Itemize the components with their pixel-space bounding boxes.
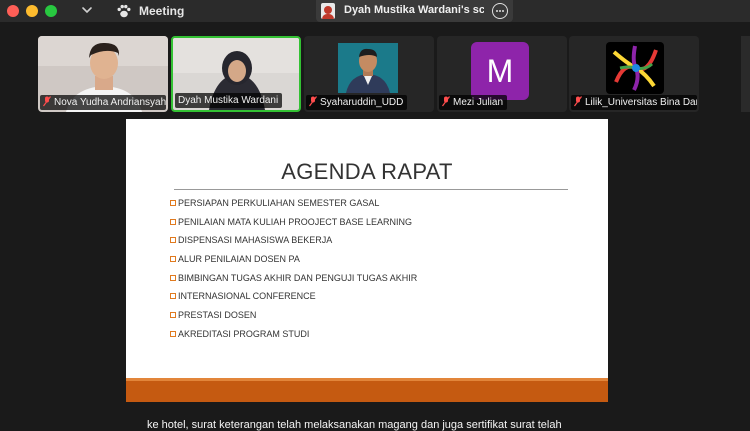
next-participants-edge[interactable]: [741, 36, 750, 112]
participant-avatar-photo: [338, 43, 398, 93]
participant-tile[interactable]: Syaharuddin_UDD: [304, 36, 434, 112]
participant-tile-active-speaker[interactable]: Dyah Mustika Wardani: [171, 36, 301, 112]
participant-name-label: Mezi Julian: [439, 95, 508, 110]
agenda-list: PERSIAPAN PERKULIAHAN SEMESTER GASAL PEN…: [170, 197, 417, 347]
square-bullet-icon: [170, 200, 176, 206]
screen-share-tab[interactable]: Dyah Mustika Wardani's screen: [316, 0, 513, 22]
title-bar: Meeting Dyah Mustika Wardani's screen: [0, 0, 750, 22]
shared-slide: AGENDA RAPAT PERSIAPAN PERKULIAHAN SEMES…: [126, 119, 608, 402]
paw-icon: [117, 4, 131, 18]
square-bullet-icon: [170, 256, 176, 263]
agenda-item: PERSIAPAN PERKULIAHAN SEMESTER GASAL: [170, 197, 417, 216]
participant-name-label: Nova Yudha Andriansyah: [40, 95, 166, 110]
muted-mic-icon: [574, 96, 582, 107]
maximize-window-button[interactable]: [45, 5, 57, 17]
participant-name-label: Syaharuddin_UDD: [306, 95, 408, 110]
square-bullet-icon: [170, 218, 176, 225]
agenda-item: DISPENSASI MAHASISWA BEKERJA: [170, 234, 417, 253]
slide-footer-bar: [126, 381, 608, 402]
agenda-item: PENILAIAN MATA KULIAH PROOJECT BASE LEAR…: [170, 216, 417, 235]
agenda-item: BIMBINGAN TUGAS AKHIR DAN PENGUJI TUGAS …: [170, 272, 417, 291]
participant-letter-avatar: M: [471, 42, 529, 100]
agenda-item: ALUR PENILAIAN DOSEN PA: [170, 253, 417, 272]
slide-title-divider: [174, 189, 568, 190]
muted-mic-icon: [43, 96, 51, 107]
presenter-avatar-icon: [321, 3, 335, 19]
slide-title: AGENDA RAPAT: [281, 159, 453, 184]
participant-tile[interactable]: Nova Yudha Andriansyah: [38, 36, 168, 112]
chevron-down-icon[interactable]: [80, 3, 94, 17]
participant-name-label: Dyah Mustika Wardani: [175, 93, 283, 108]
more-options-icon[interactable]: [492, 3, 508, 19]
square-bullet-icon: [170, 237, 176, 244]
square-bullet-icon: [170, 274, 176, 281]
square-bullet-icon: [170, 330, 176, 337]
agenda-item: INTERNASIONAL CONFERENCE: [170, 290, 417, 309]
square-bullet-icon: [170, 293, 176, 300]
muted-mic-icon: [309, 96, 317, 107]
close-window-button[interactable]: [7, 5, 19, 17]
minimize-window-button[interactable]: [26, 5, 38, 17]
app-title: Meeting: [139, 4, 185, 18]
screen-share-label: Dyah Mustika Wardani's screen: [344, 4, 484, 16]
participant-tile[interactable]: Lilik_Universitas Bina Darma: [569, 36, 699, 112]
participant-tile[interactable]: M Mezi Julian: [437, 36, 567, 112]
agenda-item: PRESTASI DOSEN: [170, 309, 417, 328]
participant-name-label: Lilik_Universitas Bina Darma: [571, 95, 697, 110]
muted-mic-icon: [442, 96, 450, 107]
square-bullet-icon: [170, 312, 176, 319]
live-caption: ke hotel, surat keterangan telah melaksa…: [147, 419, 562, 431]
agenda-item: AKREDITASI PROGRAM STUDI: [170, 328, 417, 347]
university-logo-avatar: [606, 42, 664, 94]
